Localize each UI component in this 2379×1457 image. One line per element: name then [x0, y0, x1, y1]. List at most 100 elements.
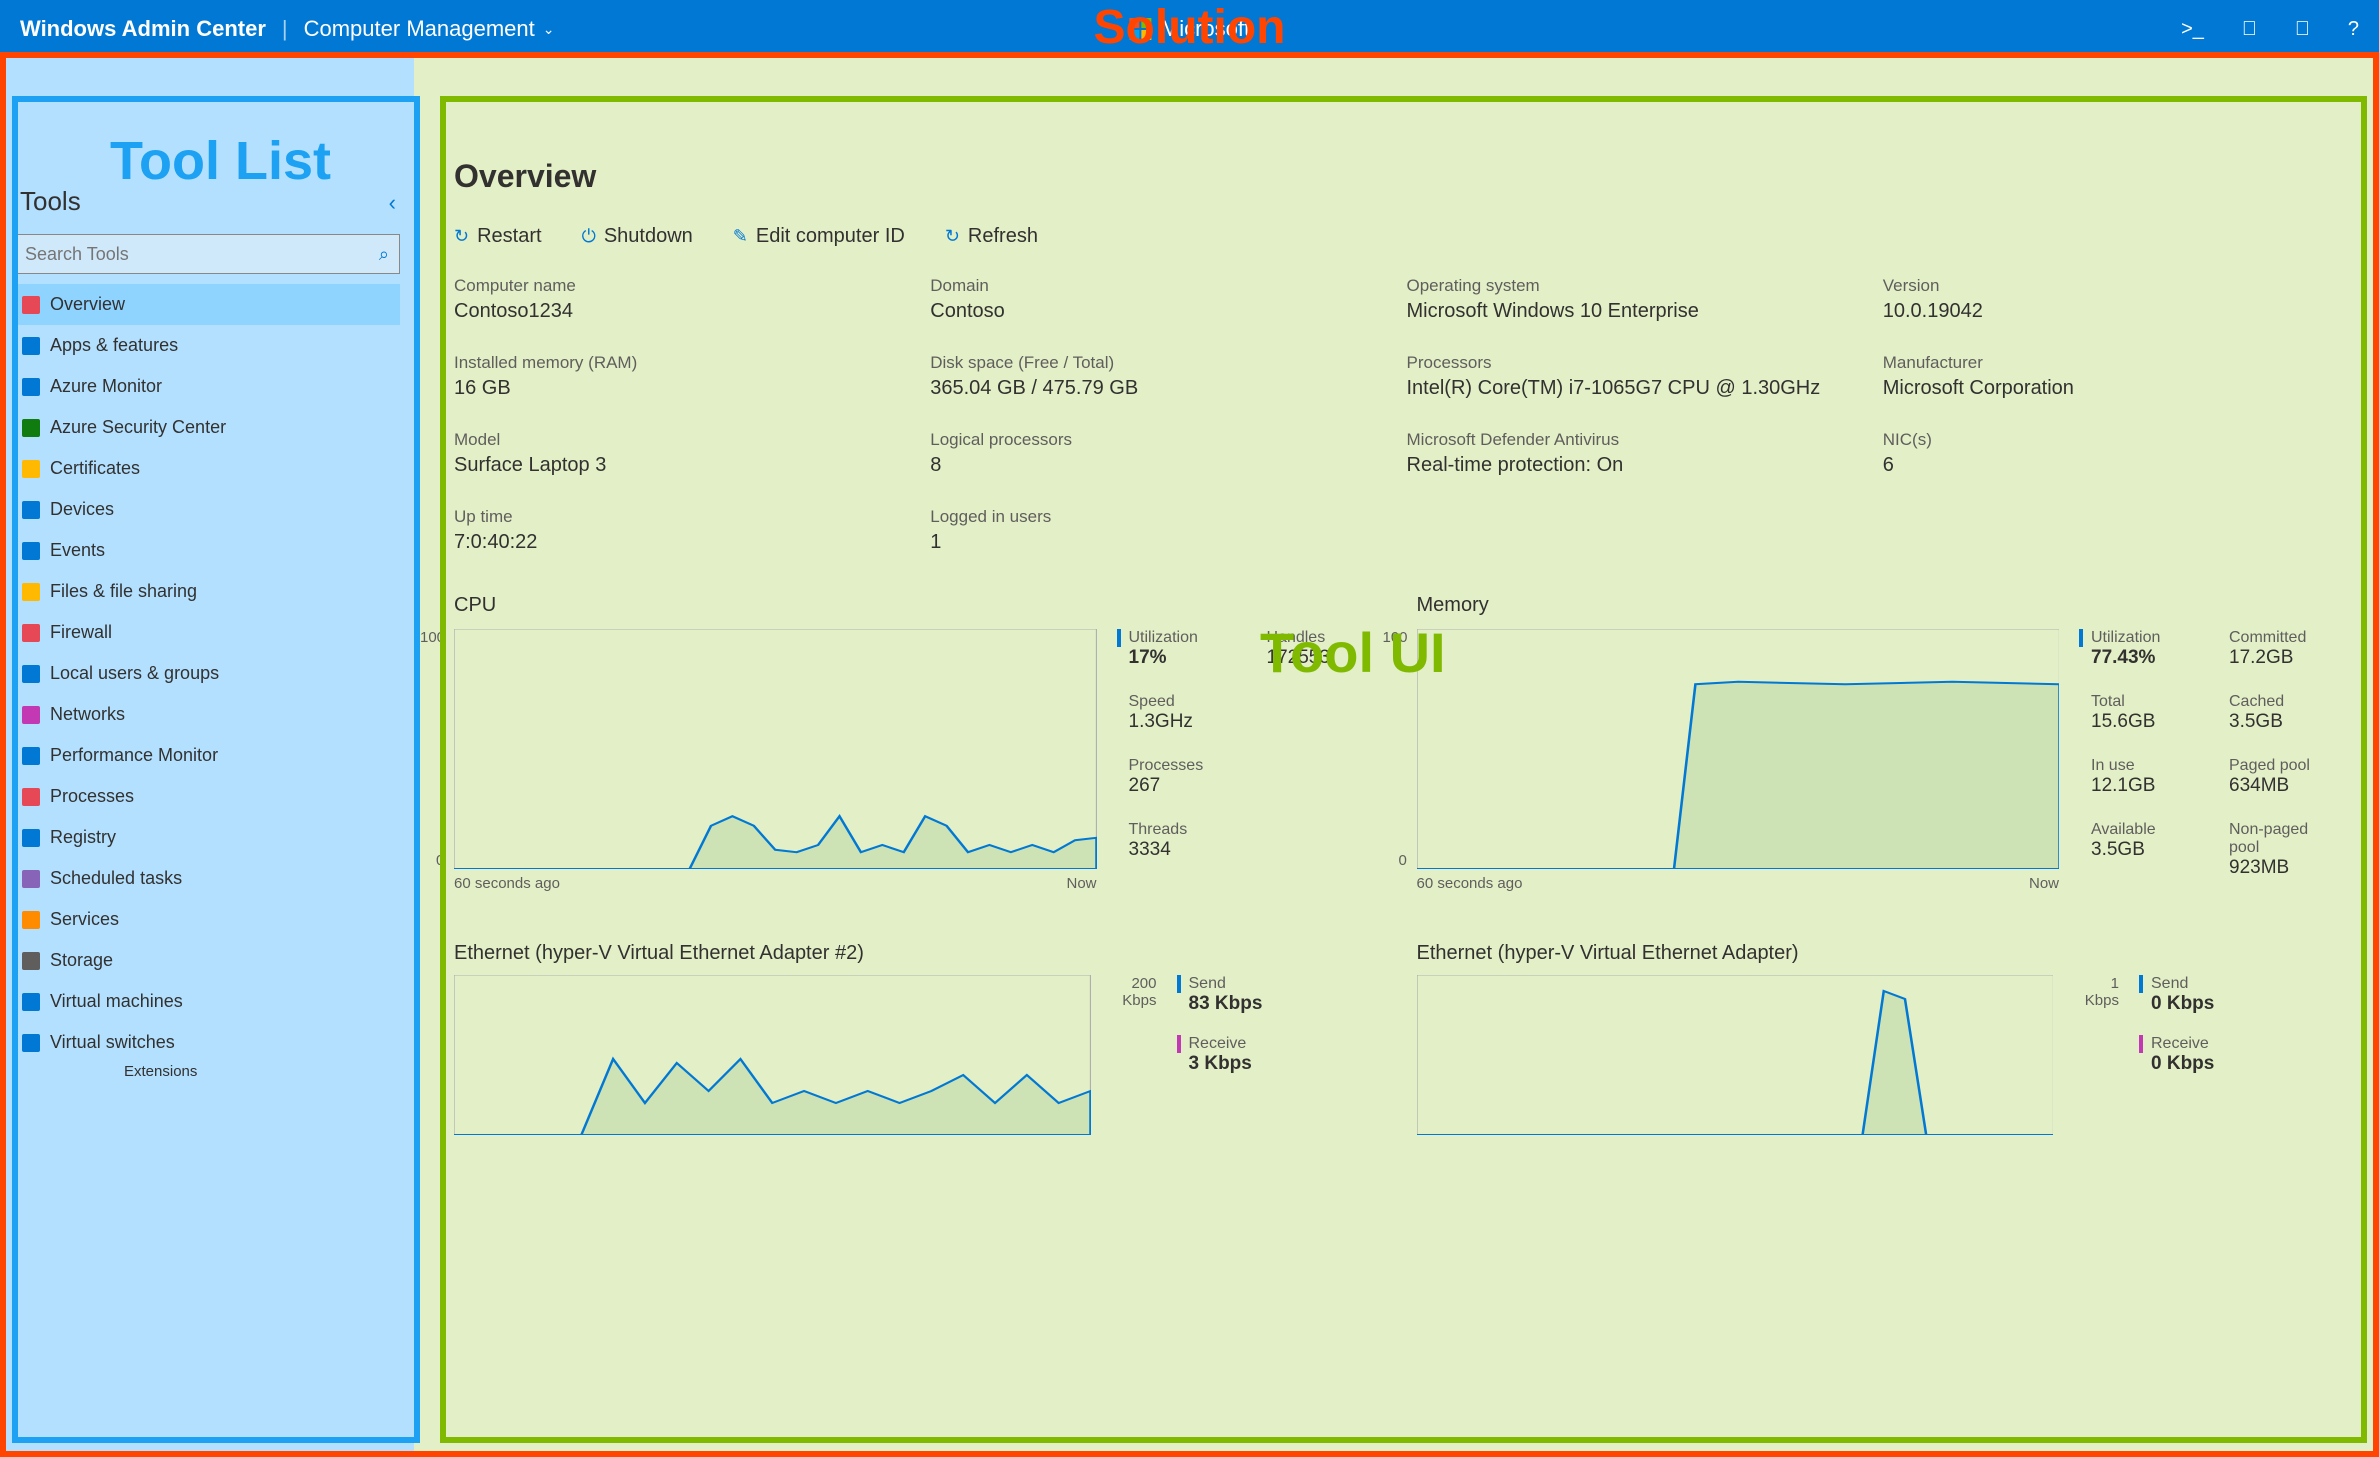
stat-value: 634MB — [2217, 775, 2339, 797]
cpu-stats: Utilization17%Handles172553Speed1.3GHzPr… — [1117, 629, 1377, 892]
stat-value: 3.5GB — [2217, 711, 2339, 733]
sidebar-item-overview[interactable]: Overview — [14, 284, 400, 325]
stat-value: 3334 — [1117, 839, 1377, 861]
tool-icon — [22, 870, 40, 888]
brand-text: Microsoft — [1161, 16, 1250, 42]
sidebar-item-events[interactable]: Events — [14, 530, 400, 571]
sidebar-item-storage[interactable]: Storage — [14, 940, 400, 981]
memory-stats: Utilization77.43%Committed17.2GBTotal15.… — [2079, 629, 2339, 892]
property-version: Version10.0.19042 — [1883, 276, 2339, 323]
stat-label: Committed — [2217, 629, 2339, 647]
sidebar-item-label: Virtual switches — [50, 1032, 175, 1053]
extensions-link[interactable]: Extensions — [14, 1063, 400, 1080]
sidebar-item-azure-security-center[interactable]: Azure Security Center — [14, 407, 400, 448]
property-microsoft-defender-antivirus: Microsoft Defender AntivirusReal-time pr… — [1407, 430, 1863, 477]
sidebar-item-networks[interactable]: Networks — [14, 694, 400, 735]
topbar-right: >_   ? — [2181, 18, 2359, 41]
properties-grid: Computer nameContoso1234DomainContosoOpe… — [454, 276, 2339, 554]
sidebar-item-certificates[interactable]: Certificates — [14, 448, 400, 489]
topbar: Windows Admin Center | Computer Manageme… — [0, 0, 2379, 58]
restart-button[interactable]: ↻Restart — [454, 225, 542, 248]
sidebar-item-scheduled-tasks[interactable]: Scheduled tasks — [14, 858, 400, 899]
sidebar-item-files-file-sharing[interactable]: Files & file sharing — [14, 571, 400, 612]
stat-threads: Threads3334 — [1117, 821, 1377, 861]
ethernet1-block: Ethernet (hyper-V Virtual Ethernet Adapt… — [454, 942, 1377, 1135]
cpu-xright: Now — [1066, 875, 1096, 892]
property-value: Contoso1234 — [454, 300, 910, 323]
sidebar: Tools ‹ ⌕ Overview Apps & features Azure M… — [0, 58, 414, 1457]
property-value: 10.0.19042 — [1883, 300, 2339, 323]
memory-chart-block: Memory 100 0 60 seconds agoN — [1417, 594, 2340, 892]
edit-computer-id-button[interactable]: ✎Edit computer ID — [733, 225, 905, 248]
tool-icon — [22, 911, 40, 929]
cpu-chart: 100 0 — [454, 629, 1097, 869]
property-label: Computer name — [454, 276, 910, 296]
powershell-icon[interactable]: >_ — [2181, 18, 2204, 41]
property-value: Intel(R) Core(TM) i7-1065G7 CPU @ 1.30GH… — [1407, 377, 1863, 400]
sidebar-item-label: Events — [50, 540, 105, 561]
property-label: Disk space (Free / Total) — [930, 353, 1386, 373]
property-value: Real-time protection: On — [1407, 454, 1863, 477]
help-icon[interactable]: ? — [2348, 18, 2359, 41]
sidebar-item-services[interactable]: Services — [14, 899, 400, 940]
refresh-label: Refresh — [968, 225, 1038, 248]
stat-label: Utilization — [2079, 629, 2201, 647]
property-value: 365.04 GB / 475.79 GB — [930, 377, 1386, 400]
memory-ymin: 0 — [1399, 852, 1407, 869]
sidebar-item-label: Apps & features — [50, 335, 178, 356]
tool-icon — [22, 460, 40, 478]
stat-cached: Cached3.5GB — [2217, 693, 2339, 733]
sidebar-item-virtual-switches[interactable]: Virtual switches — [14, 1022, 400, 1063]
property-label: Logged in users — [930, 507, 1386, 527]
collapse-sidebar-button[interactable]: ‹ — [389, 190, 396, 216]
sidebar-item-processes[interactable]: Processes — [14, 776, 400, 817]
stat-label: Speed — [1117, 693, 1377, 711]
solution-dropdown[interactable]: Computer Management ⌄ — [304, 16, 555, 42]
shutdown-button[interactable]: ⏻Shutdown — [582, 225, 693, 248]
property-label: Installed memory (RAM) — [454, 353, 910, 373]
sidebar-item-apps-features[interactable]: Apps & features — [14, 325, 400, 366]
sidebar-item-azure-monitor[interactable]: Azure Monitor — [14, 366, 400, 407]
sidebar-item-virtual-machines[interactable]: Virtual machines — [14, 981, 400, 1022]
stat-label: Paged pool — [2217, 757, 2339, 775]
property-manufacturer: ManufacturerMicrosoft Corporation — [1883, 353, 2339, 400]
sidebar-item-devices[interactable]: Devices — [14, 489, 400, 530]
tool-icon — [22, 706, 40, 724]
main-content: Overview ↻Restart ⏻Shutdown ✎Edit comput… — [414, 58, 2379, 1457]
property-value: Microsoft Corporation — [1883, 377, 2339, 400]
memory-title: Memory — [1417, 594, 2340, 617]
action-bar: ↻Restart ⏻Shutdown ✎Edit computer ID ↻Re… — [454, 225, 2339, 248]
tool-icon — [22, 419, 40, 437]
property-value: 16 GB — [454, 377, 910, 400]
sidebar-item-label: Performance Monitor — [50, 745, 218, 766]
sidebar-item-firewall[interactable]: Firewall — [14, 612, 400, 653]
sidebar-item-label: Scheduled tasks — [50, 868, 182, 889]
tool-icon — [22, 993, 40, 1011]
search-tools-box[interactable]: ⌕ — [14, 234, 400, 274]
shutdown-icon: ⏻ — [582, 226, 596, 247]
tool-icon — [22, 296, 40, 314]
sidebar-item-local-users-groups[interactable]: Local users & groups — [14, 653, 400, 694]
property-label: Up time — [454, 507, 910, 527]
settings-icon[interactable]:  — [2295, 18, 2310, 41]
refresh-button[interactable]: ↻Refresh — [945, 225, 1038, 248]
tools-heading: Tools — [20, 186, 81, 217]
stat-non-paged-pool: Non-paged pool923MB — [2217, 821, 2339, 879]
sidebar-item-performance-monitor[interactable]: Performance Monitor — [14, 735, 400, 776]
tool-icon — [22, 542, 40, 560]
eth2-send-stat: Send0 Kbps — [2139, 975, 2339, 1015]
stat-in-use: In use12.1GB — [2079, 757, 2201, 797]
tool-icon — [22, 829, 40, 847]
stat-value: 267 — [1117, 775, 1377, 797]
edit-label: Edit computer ID — [756, 225, 905, 248]
property-disk-space-free-total-: Disk space (Free / Total) 365.04 GB / 475… — [930, 353, 1386, 400]
property-label: Logical processors — [930, 430, 1386, 450]
product-name: Windows Admin Center — [20, 16, 266, 42]
restart-label: Restart — [477, 225, 541, 248]
ethernet2-stats: Send0 Kbps Receive0 Kbps — [2139, 975, 2339, 1135]
notifications-icon[interactable]:  — [2242, 18, 2257, 41]
sidebar-item-registry[interactable]: Registry — [14, 817, 400, 858]
stat-label: Handles — [1255, 629, 1377, 647]
search-input[interactable] — [25, 244, 379, 265]
tool-icon — [22, 747, 40, 765]
